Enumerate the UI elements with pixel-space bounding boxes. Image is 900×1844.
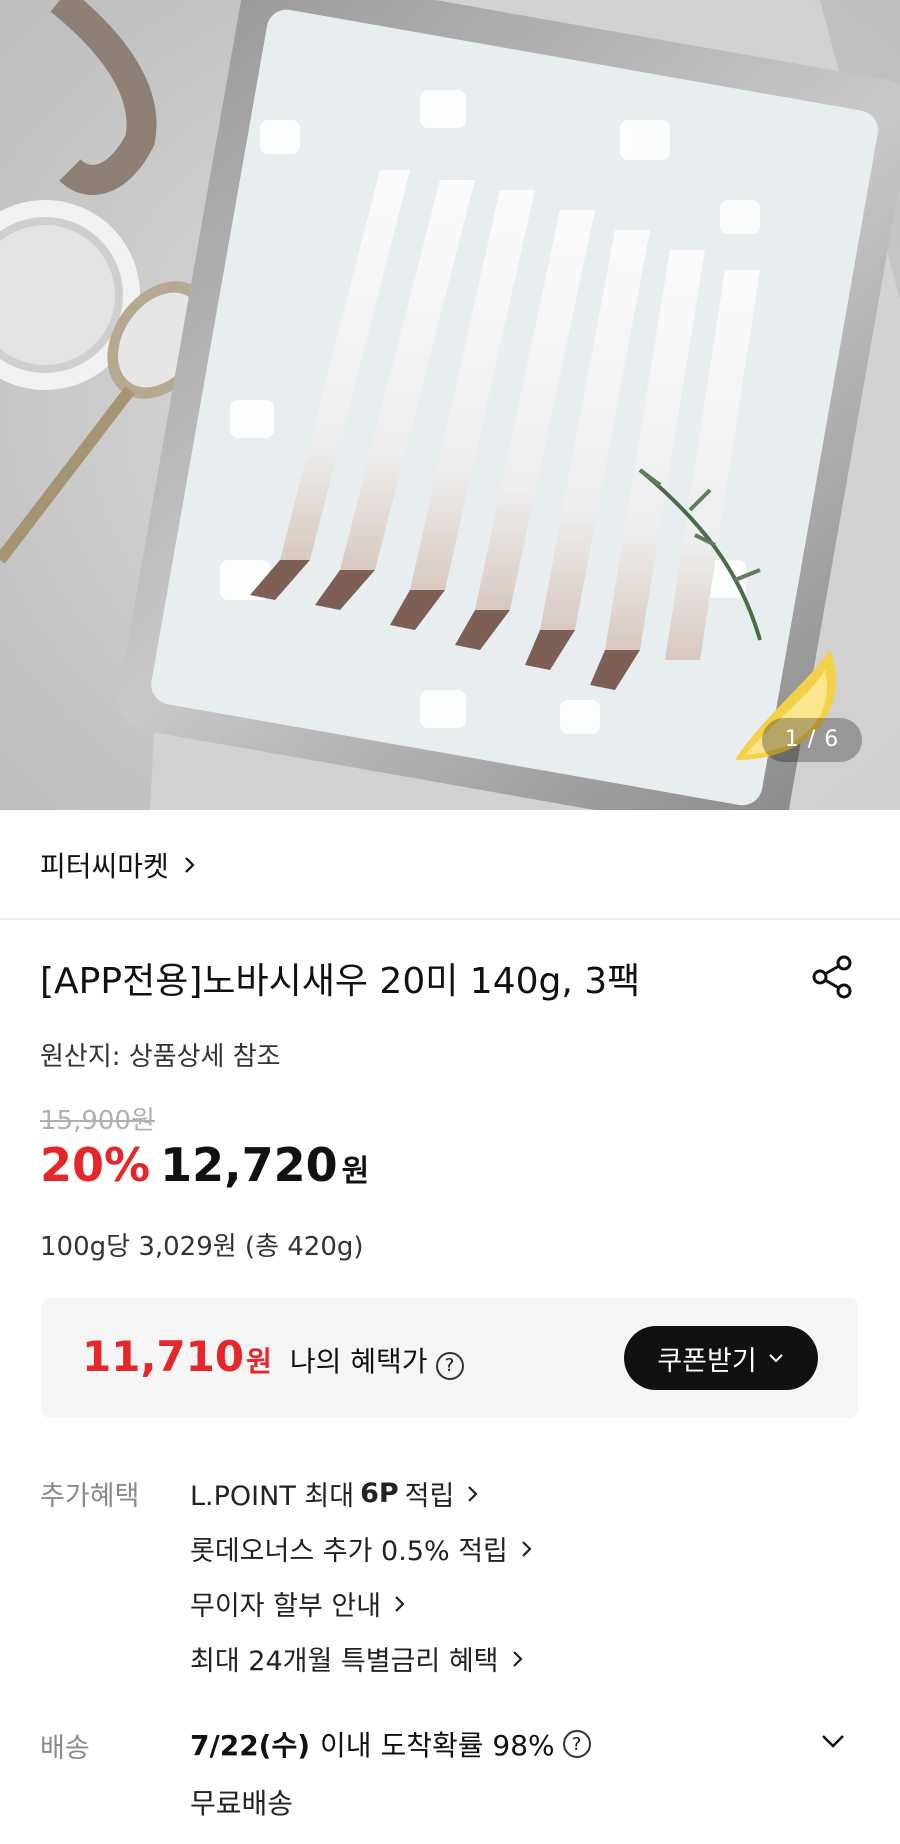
help-circle-icon[interactable]: ? bbox=[562, 1730, 591, 1758]
benefit-item-label: 최대 24개월 특별금리 혜택 bbox=[190, 1646, 499, 1677]
chevron-right-icon bbox=[395, 1595, 405, 1612]
delivery-date: 7/22(수) bbox=[190, 1729, 311, 1762]
image-counter: 1 / 6 bbox=[762, 718, 862, 762]
benefit-item-installment[interactable]: 무이자 할부 안내 bbox=[190, 1584, 409, 1623]
help-circle-icon[interactable]: ? bbox=[435, 1351, 464, 1380]
benefit-item-lpoint[interactable]: L.POINT 최대 6P 적립 bbox=[190, 1474, 482, 1513]
share-icon[interactable] bbox=[810, 954, 856, 1000]
chevron-right-icon bbox=[185, 857, 195, 873]
sale-price-unit: 원 bbox=[341, 1154, 370, 1189]
benefit-item-bold: 6P bbox=[360, 1478, 399, 1509]
benefit-price-amount: 11,710 bbox=[82, 1332, 245, 1381]
discount-rate: 20% bbox=[40, 1138, 151, 1192]
benefit-item-prefix: L.POINT 최대 bbox=[190, 1481, 355, 1512]
chevron-right-icon bbox=[468, 1485, 478, 1502]
benefit-item-interest[interactable]: 최대 24개월 특별금리 혜택 bbox=[190, 1639, 527, 1678]
chevron-right-icon bbox=[522, 1540, 532, 1557]
price-row: 20% 12,720 원 bbox=[40, 1138, 369, 1192]
product-image-gallery[interactable] bbox=[0, 0, 900, 810]
benefit-item-suffix: 적립 bbox=[404, 1481, 455, 1512]
sale-price: 12,720 bbox=[160, 1138, 338, 1192]
product-title: [APP전용]노바시새우 20미 140g, 3팩 bbox=[40, 961, 641, 1002]
benefit-price-label: 나의 혜택가 bbox=[289, 1345, 428, 1378]
product-origin: 원산지: 상품상세 참조 bbox=[40, 1042, 281, 1072]
seller-name: 피터씨마켓 bbox=[40, 850, 169, 883]
product-image bbox=[0, 0, 900, 810]
coupon-button-label: 쿠폰받기 bbox=[657, 1345, 757, 1377]
delivery-estimate: 7/22(수) 이내 도착확률 98% ? bbox=[190, 1724, 591, 1764]
chevron-down-icon bbox=[768, 1354, 783, 1363]
delivery-label: 배송 bbox=[40, 1733, 90, 1764]
delivery-fee: 무료배송 bbox=[190, 1787, 294, 1820]
benefit-item-label: 무이자 할부 안내 bbox=[190, 1591, 382, 1622]
benefit-price-unit: 원 bbox=[246, 1345, 272, 1378]
chevron-down-icon[interactable] bbox=[818, 1726, 848, 1756]
original-price: 15,900원 bbox=[40, 1106, 155, 1136]
benefit-item-lotte-owners[interactable]: 롯데오너스 추가 0.5% 적립 bbox=[190, 1529, 536, 1568]
benefit-item-label: 롯데오너스 추가 0.5% 적립 bbox=[190, 1536, 508, 1567]
divider bbox=[0, 918, 900, 920]
coupon-button[interactable]: 쿠폰받기 bbox=[624, 1326, 818, 1390]
delivery-text: 이내 도착확률 98% bbox=[320, 1729, 555, 1762]
chevron-right-icon bbox=[512, 1650, 523, 1667]
extra-benefits-label: 추가혜택 bbox=[40, 1481, 140, 1512]
seller-link[interactable]: 피터씨마켓 bbox=[40, 840, 199, 890]
benefit-price: 11,710 원 나의 혜택가 ? bbox=[82, 1332, 464, 1381]
benefit-price-box: 11,710 원 나의 혜택가 ? 쿠폰받기 bbox=[42, 1298, 858, 1418]
unit-price: 100g당 3,029원 (총 420g) bbox=[40, 1232, 364, 1262]
